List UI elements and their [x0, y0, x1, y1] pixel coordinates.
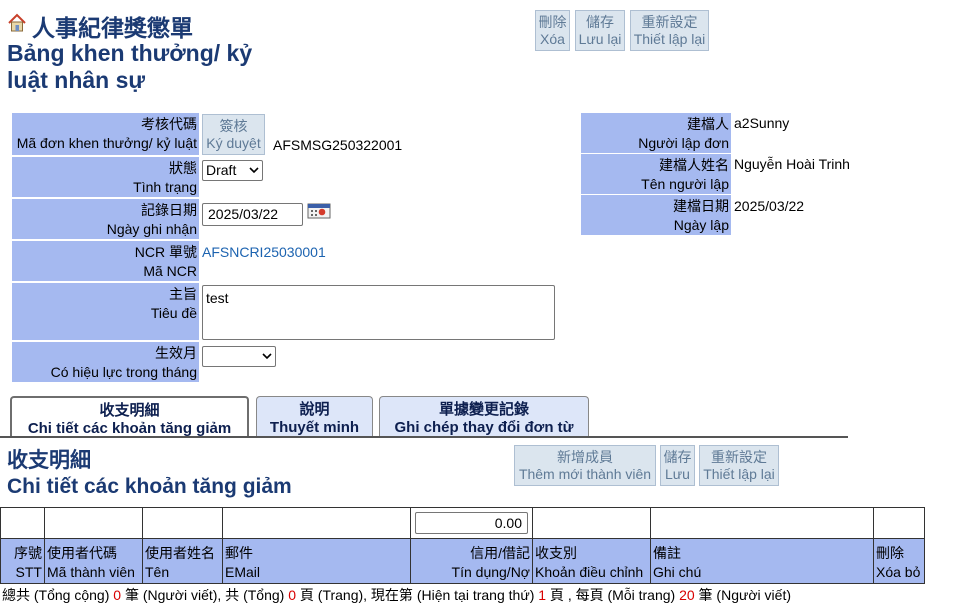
col-delete: 刪除 Xóa bỏ [873, 538, 925, 584]
section-reset-button[interactable]: 重新設定 Thiết lập lại [699, 445, 779, 486]
summary-cell [532, 507, 651, 539]
summary-cell [873, 507, 925, 539]
status-select[interactable]: Draft [202, 160, 263, 181]
credit-total-input[interactable]: 0.00 [415, 512, 528, 534]
record-date-label: 記錄日期 Ngày ghi nhận [12, 199, 199, 239]
section-title: 收支明細 Chi tiết các khoản tăng giảm [7, 449, 292, 498]
page-title-vi: Bảng khen thưởng/ kỷ luật nhân sự [7, 40, 253, 93]
status-label: 狀態 Tình trạng [12, 157, 199, 197]
chevron-down-icon [249, 167, 259, 174]
record-date-input[interactable]: 2025/03/22 [202, 203, 303, 226]
pagination-summary: 總共 (Tổng cộng) 0 筆 (Người viết), 共 (Tổng… [2, 587, 791, 603]
summary-cell [650, 507, 874, 539]
subject-textarea[interactable]: test [202, 285, 555, 340]
summary-cell [142, 507, 223, 539]
tab-explanation[interactable]: 說明 Thuyết minh [256, 396, 373, 436]
effective-month-select[interactable] [202, 346, 276, 367]
col-note: 備註 Ghi chú [650, 538, 874, 584]
effective-month-label: 生效月 Có hiệu lực trong tháng [12, 342, 199, 382]
summary-cell [44, 507, 143, 539]
chevron-down-icon [262, 353, 272, 360]
tab-change-log[interactable]: 單據變更記錄 Ghi chép thay đổi đơn từ [379, 396, 589, 436]
subject-label: 主旨 Tiêu đề [12, 283, 199, 340]
creator-name-value: Nguyễn Hoài Trinh [734, 156, 850, 172]
home-icon[interactable] [7, 13, 27, 33]
save-button[interactable]: 儲存 Lưu lại [575, 10, 625, 51]
summary-cell [0, 507, 45, 539]
summary-cell: 0.00 [410, 507, 533, 539]
delete-button[interactable]: 刪除 Xóa [535, 10, 570, 51]
total-count: 0 [113, 587, 122, 603]
code-value: AFSMSG250322001 [273, 137, 403, 153]
section-save-button[interactable]: 儲存 Lưu [660, 445, 695, 486]
tab-divider [0, 436, 848, 438]
code-label: 考核代碼 Mã đơn khen thưởng/ kỷ luật [12, 113, 199, 155]
created-date-value: 2025/03/22 [734, 198, 805, 214]
per-page: 20 [679, 587, 695, 603]
add-member-button[interactable]: 新增成員 Thêm mới thành viên [514, 445, 656, 486]
creator-name-label: 建檔人姓名 Tên người lập [581, 154, 731, 194]
reset-button[interactable]: 重新設定 Thiết lập lại [630, 10, 709, 51]
ncr-link[interactable]: AFSNCRI25030001 [202, 244, 326, 260]
col-credit-debit: 信用/借記 Tín dụng/Nợ [410, 538, 533, 584]
col-email: 郵件 EMail [222, 538, 411, 584]
page-count: 0 [288, 587, 296, 603]
tab-details[interactable]: 收支明細 Chi tiết các khoản tăng giảm [10, 396, 249, 438]
current-page: 1 [538, 587, 547, 603]
calendar-icon[interactable] [307, 203, 331, 219]
creator-label: 建檔人 Người lập đơn [581, 113, 731, 153]
page-title-cn: 人事紀律獎懲單 [32, 15, 193, 41]
col-name: 使用者姓名 Tên [142, 538, 223, 584]
ncr-label: NCR 單號 Mã NCR [12, 241, 199, 281]
col-stt: 序號 STT [0, 538, 45, 584]
col-member-code: 使用者代碼 Mã thành viên [44, 538, 143, 584]
summary-cell [222, 507, 411, 539]
col-adjustment: 收支別 Khoản điều chỉnh [532, 538, 651, 584]
approve-button[interactable]: 簽核 Ký duyệt [202, 114, 265, 155]
created-date-label: 建檔日期 Ngày lập [581, 195, 731, 235]
creator-value: a2Sunny [734, 115, 790, 131]
